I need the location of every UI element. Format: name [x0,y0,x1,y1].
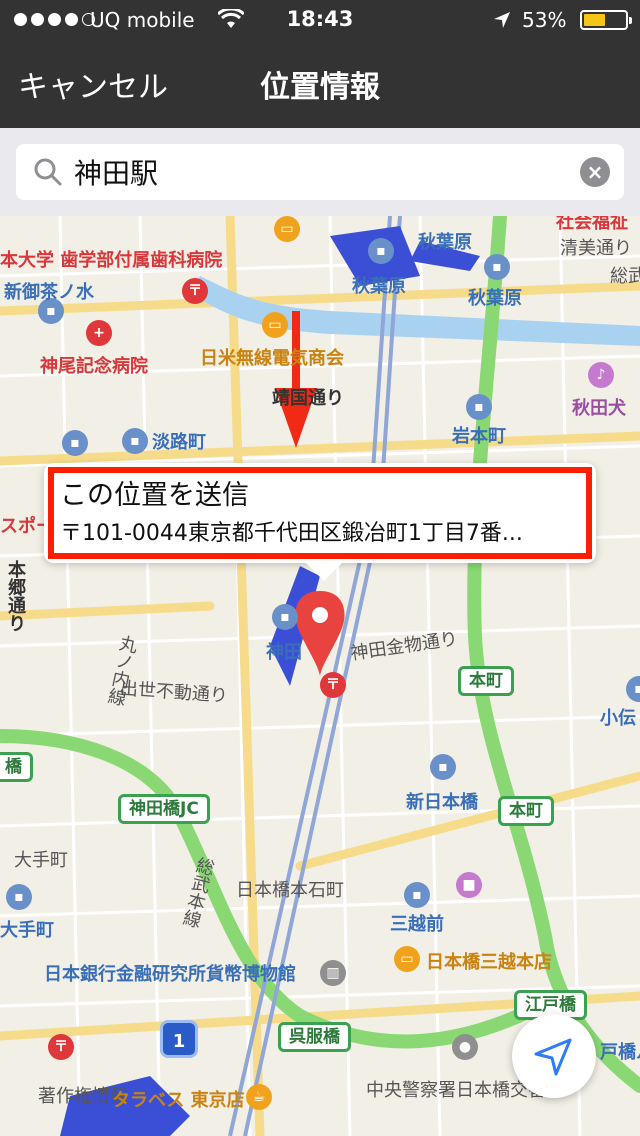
map-label-nichibei-musen[interactable]: 日米無線電気商会 [200,344,344,370]
camera-icon[interactable]: ■ [456,872,482,898]
current-location-button[interactable] [512,1014,596,1098]
search-icon [32,156,64,192]
museum-icon[interactable]: ▥ [320,960,346,986]
shop-icon[interactable]: ▭ [394,946,420,972]
map-view[interactable]: ▭ ▪ ▪ 〒 ▪ + ▭ ♪ ▪ ▪ ▪ ▪ 〒 ▪ ▪ ■ ▪ ▪ ▭ ▥ … [0,216,640,1136]
map-label-akihabara-1[interactable]: 秋葉原 [418,228,472,254]
road-sign-hashi[interactable]: 橋 [0,752,33,782]
road-sign-honcho-1[interactable]: 本町 [458,666,514,696]
expressway-route-badge[interactable]: 1 [160,1020,198,1058]
map-label-shakai-fukushi[interactable]: 社会福祉 [556,216,628,234]
map-label-otemachi-2[interactable]: 大手町 [0,916,54,942]
train-station-icon[interactable]: ▪ [368,238,394,264]
police-icon[interactable]: ● [452,1034,478,1060]
train-station-icon[interactable]: ▪ [404,882,430,908]
map-label-kamio-hospital[interactable]: 神尾記念病院 [40,352,148,378]
train-station-icon[interactable]: ▪ [6,884,32,910]
map-label-mitsukoshi-store[interactable]: 日本橋三越本店 [426,948,552,974]
map-label-so: 総武 [610,266,640,287]
location-arrow-icon [534,1038,572,1076]
map-label-tarabesu[interactable]: タラベス 東京店 [112,1086,245,1112]
post-office-icon[interactable]: 〒 [320,672,346,698]
map-label-kodenma[interactable]: 小伝 [600,704,636,730]
map-label-otemachi-1: 大手町 [14,850,68,871]
map-label-yasukuni-dori: 靖国通り [272,388,344,409]
callout-address: 〒101-0044東京都千代田区鍛冶町1丁目7番... [60,521,523,546]
shop-icon[interactable]: ▭ [262,312,288,338]
cafe-icon[interactable]: ☕ [246,1084,272,1110]
location-services-icon [492,10,512,35]
map-label-currency-museum[interactable]: 日本銀行金融研究所貨幣博物館 [44,960,296,986]
search-field[interactable]: × [16,144,624,200]
battery-icon [580,10,632,30]
train-station-icon[interactable]: ▪ [466,394,492,420]
map-label-iwamotocho[interactable]: 岩本町 [452,422,506,448]
search-input[interactable] [74,152,554,192]
train-station-icon[interactable]: ▪ [122,428,148,454]
train-station-icon[interactable]: ▪ [272,604,298,630]
map-label-kiyosumi-dori: 清美通り [560,238,632,259]
road-sign-honcho-2[interactable]: 本町 [498,796,554,826]
map-label-awajicho[interactable]: 淡路町 [152,428,206,454]
post-office-icon[interactable]: 〒 [182,278,208,304]
train-station-icon[interactable]: ▪ [62,430,88,456]
road-sign-gofukubashi[interactable]: 呉服橋 [278,1022,351,1052]
map-label-shin-ochanomizu[interactable]: 新御茶ノ水 [4,278,94,304]
map-label-hongo-dori: 本郷通り [5,560,26,632]
music-icon[interactable]: ♪ [588,362,614,388]
top-bar: UQ mobile 18:43 53% キャンセル 位置情報 [0,0,640,128]
battery-percent: 53% [522,8,567,32]
map-label-akitaken[interactable]: 秋田犬 [572,394,626,420]
map-label-mitsukoshimae[interactable]: 三越前 [390,910,444,936]
send-location-title[interactable]: この位置を送信 [60,473,249,512]
map-label-kanda-station[interactable]: 神田 [266,638,302,664]
map-label-shin-nihonbashi[interactable]: 新日本橋 [406,788,478,814]
map-label-tobashi[interactable]: 戸橋ル [600,1038,640,1064]
shop-icon[interactable]: ▭ [274,216,300,242]
page-title: 位置情報 [260,70,380,105]
road-sign-kandabashi-jc[interactable]: 神田橋JC [118,794,210,824]
map-label-dental-hospital[interactable]: 本大学 歯学部付属歯科病院 [0,246,222,272]
train-station-icon[interactable]: ▪ [430,754,456,780]
map-label-nihonbashi-hongokucho: 日本橋本石町 [236,880,344,901]
search-bar: × [0,128,640,216]
status-bar: UQ mobile 18:43 53% [0,0,640,40]
map-label-akihabara-2[interactable]: 秋葉原 [352,272,406,298]
hospital-icon[interactable]: + [86,320,112,346]
clear-search-button[interactable]: × [580,157,610,187]
send-location-callout[interactable]: この位置を送信 〒101-0044東京都千代田区鍛冶町1丁目7番... [44,463,596,581]
map-label-akihabara-3[interactable]: 秋葉原 [468,284,522,310]
post-office-icon[interactable]: 〒 [48,1034,74,1060]
train-station-icon[interactable]: ▪ [484,254,510,280]
